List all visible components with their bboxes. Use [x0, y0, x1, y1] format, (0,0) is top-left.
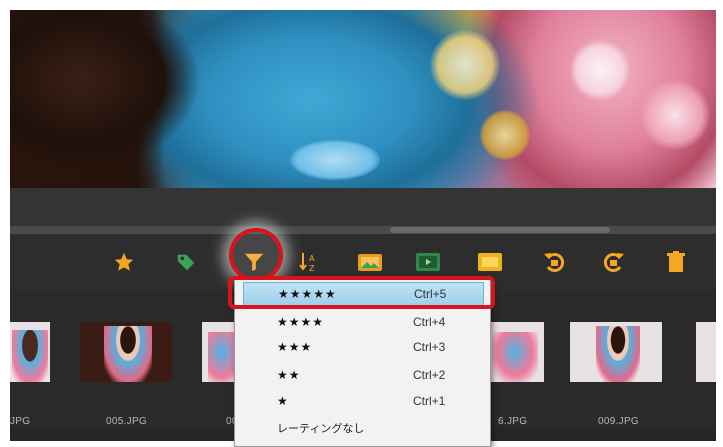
thumbnail[interactable] — [696, 322, 716, 382]
rating-stars: ★★★★ — [277, 315, 325, 329]
svg-text:Z: Z — [309, 264, 315, 273]
sort-icon[interactable]: AZ — [296, 248, 324, 276]
svg-text:A: A — [309, 254, 315, 263]
horizontal-scrollbar[interactable] — [10, 226, 716, 234]
rating-stars: ★ — [277, 394, 289, 408]
thumbnail[interactable] — [488, 322, 544, 382]
thumbnail-label: JPG — [10, 416, 31, 427]
menu-item-3-stars[interactable]: ★★★ Ctrl+3 — [243, 335, 484, 359]
menu-item-1-star[interactable]: ★ Ctrl+1 — [243, 389, 484, 413]
trash-icon[interactable] — [662, 248, 690, 276]
thumbnail[interactable] — [80, 322, 172, 382]
slideshow-icon[interactable] — [414, 248, 442, 276]
rotate-right-icon[interactable] — [600, 248, 628, 276]
rating-stars: ★★★ — [277, 340, 313, 354]
tag-icon[interactable] — [172, 248, 200, 276]
thumbnail-label: 009.JPG — [598, 416, 640, 427]
thumbnail-label: 6.JPG — [498, 416, 528, 427]
thumbnail[interactable] — [570, 322, 662, 382]
menu-item-2-stars[interactable]: ★★ Ctrl+2 — [243, 363, 484, 387]
photo-preview — [10, 10, 716, 188]
rating-stars: ★★ — [277, 368, 301, 382]
thumbnail[interactable] — [10, 322, 50, 382]
thumbnail-label: 005.JPG — [106, 416, 148, 427]
frame-icon[interactable] — [476, 248, 504, 276]
menu-shortcut: Ctrl+1 — [413, 394, 446, 408]
status-bar — [10, 188, 716, 226]
no-rating-label: レーティングなし — [277, 422, 365, 435]
menu-shortcut: Ctrl+4 — [413, 315, 446, 329]
menu-shortcut: Ctrl+2 — [413, 368, 446, 382]
rotate-left-icon[interactable] — [540, 248, 568, 276]
scrollbar-thumb[interactable] — [390, 227, 610, 233]
star-icon[interactable] — [110, 248, 138, 276]
selected-item-highlight — [228, 276, 495, 309]
filter-button-highlight — [229, 228, 283, 282]
folder-image-icon[interactable] — [356, 248, 384, 276]
menu-item-no-rating[interactable]: レーティングなし — [243, 416, 484, 440]
menu-shortcut: Ctrl+3 — [413, 340, 446, 354]
menu-item-4-stars[interactable]: ★★★★ Ctrl+4 — [243, 310, 484, 334]
